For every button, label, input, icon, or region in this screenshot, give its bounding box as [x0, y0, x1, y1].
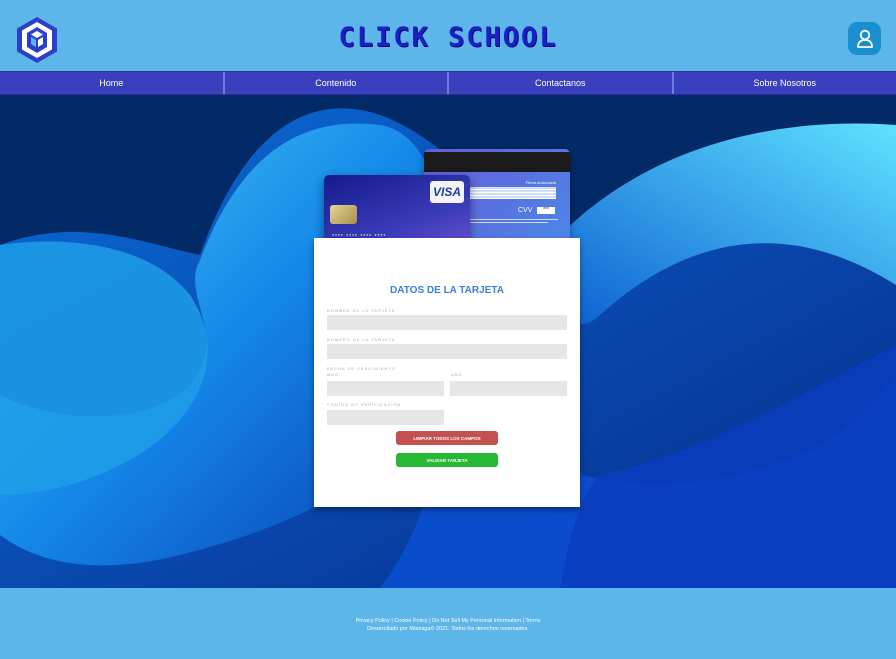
card-chip-icon [330, 205, 357, 224]
card-cvv-value: *** [537, 207, 555, 214]
month-label: MES [327, 372, 339, 377]
form-title: DATOS DE LA TARJETA [390, 285, 504, 296]
validate-card-button[interactable]: VALIDAR TARJETA [396, 453, 498, 467]
year-label: AÑO [451, 372, 463, 377]
nav-contenido[interactable]: Contenido [225, 72, 449, 94]
user-account-button[interactable] [848, 22, 881, 55]
cvv-input[interactable] [327, 410, 444, 425]
main-nav: Home Contenido Contactanos Sobre Nosotro… [0, 71, 896, 95]
month-input[interactable] [327, 381, 444, 396]
nav-home[interactable]: Home [0, 72, 225, 94]
nav-contactanos[interactable]: Contactanos [449, 72, 674, 94]
cvv-label: CÓDIGO DE VERIFICACIÓN [327, 402, 402, 407]
nav-sobre-nosotros[interactable]: Sobre Nosotros [674, 72, 896, 94]
year-input[interactable] [450, 381, 567, 396]
footer-copyright: Desarrollado por Matzaga© 2021. Todos lo… [367, 626, 529, 632]
header: CLICK SCHOOL [0, 0, 896, 71]
signature-label: Firma Autorizada [525, 180, 556, 185]
card-number-label: NÚMERO DE LA TARJETA [327, 337, 396, 342]
magnetic-stripe [424, 152, 570, 172]
footer-links[interactable]: Privacy Policy | Cookie Policy | Do Not … [0, 618, 896, 624]
card-name-input[interactable] [327, 315, 567, 330]
card-back-fine-print [468, 219, 558, 226]
clear-fields-button[interactable]: LIMPIAR TODOS LOS CAMPOS [396, 431, 498, 445]
card-name-label: NOMBRE DE LA TARJETA [327, 308, 396, 313]
site-title: CLICK SCHOOL [338, 22, 558, 53]
visa-logo-icon: VISA [430, 181, 464, 203]
card-data-form: DATOS DE LA TARJETA NOMBRE DE LA TARJETA… [314, 238, 580, 507]
card-cvv-label: CVV [518, 207, 533, 214]
user-icon [856, 29, 873, 48]
expiry-label: FECHA DE VENCIMIENTO [327, 366, 396, 371]
card-number-input[interactable] [327, 344, 567, 359]
footer: Privacy Policy | Cookie Policy | Do Not … [0, 588, 896, 659]
